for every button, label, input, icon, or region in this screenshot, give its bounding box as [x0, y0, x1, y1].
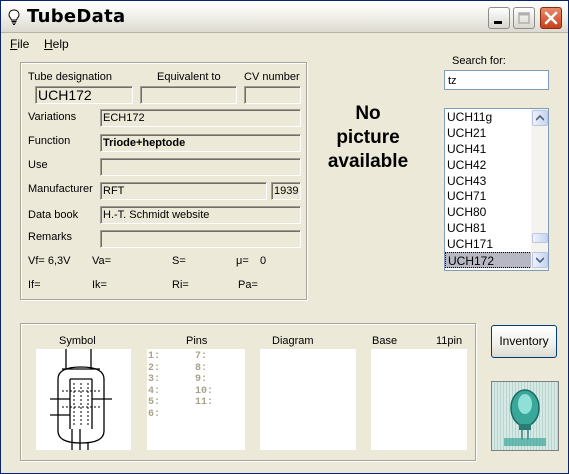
tube-list[interactable]: UCH11g UCH21 UCH41 UCH42 UCH43 UCH71 UCH80 UCH8… — [444, 108, 549, 271]
menu-help-label: elp — [52, 37, 69, 51]
s-value: S= — [172, 255, 186, 267]
list-item[interactable]: UCH80 — [445, 204, 532, 220]
list-item[interactable]: UCH71 — [445, 188, 532, 204]
remarks-field[interactable] — [100, 230, 301, 248]
list-item[interactable]: UCH171 — [445, 236, 532, 252]
base-panel — [371, 349, 467, 450]
scroll-thumb[interactable] — [532, 233, 548, 243]
list-scrollbar[interactable] — [531, 109, 548, 270]
ik-value: Ik= — [92, 279, 107, 291]
list-item[interactable]: UCH172 — [445, 252, 532, 268]
if-value: If= — [28, 279, 41, 291]
title-bar[interactable]: TubeData — [1, 1, 568, 33]
maximize-button[interactable] — [513, 7, 535, 29]
cv-number-field[interactable] — [244, 86, 301, 104]
mu-value: 0 — [260, 255, 267, 267]
tubedata-logo[interactable] — [491, 381, 559, 451]
pin-label: 10: — [195, 385, 214, 397]
remarks-label: Remarks — [28, 231, 73, 243]
use-label: Use — [28, 159, 48, 171]
symbol-panel — [36, 349, 131, 450]
manufacturer-label: Manufacturer — [28, 183, 93, 195]
variations-label: Variations — [28, 111, 77, 123]
use-field[interactable] — [100, 158, 301, 176]
inventory-button[interactable]: Inventory — [491, 325, 557, 358]
list-item[interactable]: UCH42 — [445, 157, 532, 173]
no-picture-line-2: picture — [336, 127, 400, 148]
base-value: 11pin — [436, 335, 463, 347]
menu-file[interactable]: File — [10, 37, 29, 51]
menu-help-accelerator: H — [44, 37, 53, 51]
data-book-field[interactable]: H.-T. Schmidt website — [100, 206, 301, 224]
vf-value: Vf= 6,3V — [28, 255, 71, 267]
no-picture-line-3: available — [327, 151, 409, 172]
equivalent-field[interactable] — [140, 86, 237, 104]
data-book-label: Data book — [28, 209, 79, 221]
list-item[interactable]: UCH11g — [445, 109, 532, 125]
main-window: TubeData File Help Tube designation Equi… — [0, 0, 569, 474]
tube-symbol-icon — [50, 349, 112, 450]
chevron-down-icon — [536, 257, 544, 263]
diagram-panel — [260, 349, 356, 450]
pin-label: 6: — [148, 408, 161, 420]
function-field[interactable]: Triode+heptode — [100, 134, 301, 152]
chevron-up-icon — [536, 115, 544, 121]
manufacturer-field[interactable]: RFT — [100, 182, 267, 200]
pins-label: Pins — [186, 335, 208, 347]
lightbulb-icon — [8, 9, 20, 25]
list-item[interactable]: UCH81 — [445, 220, 532, 236]
variations-field[interactable]: ECH172 — [100, 109, 301, 127]
year-field[interactable]: 1939 — [271, 182, 301, 200]
tube-designation-field[interactable]: UCH172 — [35, 86, 133, 104]
pin-label: 7: — [195, 351, 208, 362]
search-input[interactable] — [444, 70, 549, 90]
minimize-button[interactable] — [488, 7, 510, 29]
search-label: Search for: — [452, 55, 506, 67]
cv-number-label: CV number — [244, 71, 300, 83]
pin-label: 5: — [148, 397, 161, 409]
function-label: Function — [28, 135, 71, 147]
pin-label: 1: — [148, 351, 161, 362]
tube-designation-label: Tube designation — [28, 71, 112, 83]
va-value: Va= — [92, 255, 112, 267]
close-icon — [544, 11, 558, 25]
scroll-down-button[interactable] — [532, 252, 548, 268]
diagram-label: Diagram — [272, 335, 314, 347]
list-item[interactable]: UCH41 — [445, 141, 532, 157]
scroll-up-button[interactable] — [532, 110, 548, 126]
pin-label: 3: — [148, 374, 161, 386]
menu-bar: File Help — [1, 34, 568, 53]
menu-file-label: ile — [17, 37, 30, 51]
maximize-icon — [518, 12, 530, 24]
pin-label: 2: — [148, 362, 161, 374]
ri-value: Ri= — [172, 279, 189, 291]
list-item[interactable]: UCH43 — [445, 173, 532, 189]
pin-label: 4: — [148, 385, 161, 397]
pin-label: 11: — [195, 397, 214, 409]
pins-left-column: 1: 2: 3: 4: 5: 6: — [148, 351, 160, 421]
tube-list-items: UCH11g UCH21 UCH41 UCH42 UCH43 UCH71 UCH80 UCH8… — [445, 109, 532, 268]
pins-right-column: 7: 8: 9: 10: 11: — [195, 351, 213, 409]
list-item[interactable]: UCH21 — [445, 125, 532, 141]
pin-label: 9: — [195, 374, 208, 386]
minimize-icon — [494, 21, 502, 24]
pin-label: 8: — [195, 362, 208, 374]
equivalent-label: Equivalent to — [157, 71, 221, 83]
mu-label: μ= — [236, 255, 249, 267]
tube-logo-icon — [504, 389, 546, 446]
close-button[interactable] — [540, 7, 562, 29]
no-picture-line-1: No — [355, 103, 381, 124]
menu-help[interactable]: Help — [44, 37, 69, 51]
no-picture-message: No picture available — [316, 102, 420, 174]
pins-panel: 1: 2: 3: 4: 5: 6: 7: 8: 9: 10: 11: — [147, 349, 245, 450]
pa-value: Pa= — [238, 279, 258, 291]
window-title: TubeData — [27, 6, 126, 27]
symbol-label: Symbol — [59, 335, 96, 347]
base-label: Base — [372, 335, 398, 347]
